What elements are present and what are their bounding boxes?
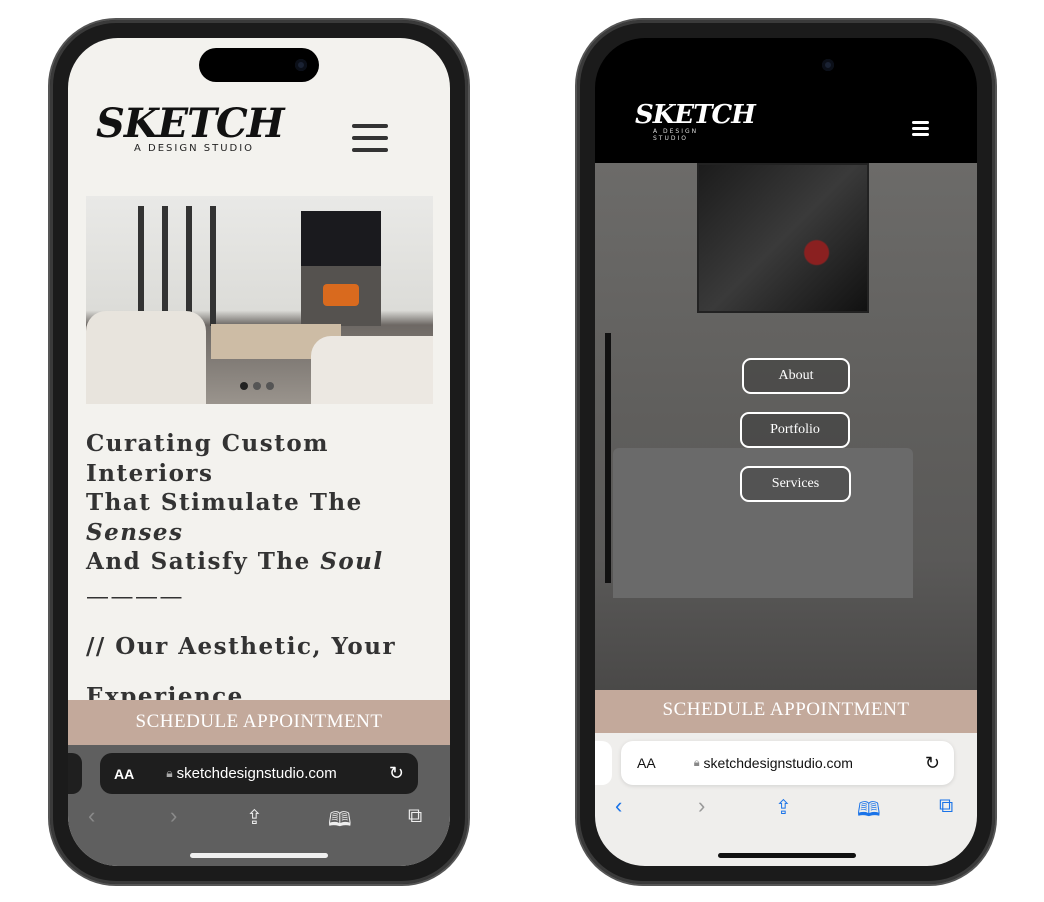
dynamic-island xyxy=(199,48,319,82)
back-icon[interactable]: ‹ xyxy=(88,803,95,829)
home-indicator xyxy=(718,853,856,858)
hero-headline: Curating Custom Interiors That Stimulate… xyxy=(86,429,436,711)
back-icon[interactable]: ‹ xyxy=(615,793,622,819)
tv xyxy=(301,211,381,266)
subheading: // Our Aesthetic, Your xyxy=(86,633,397,660)
faucet xyxy=(605,333,611,583)
reload-icon[interactable]: ↻ xyxy=(389,763,404,784)
menu-services[interactable]: Services xyxy=(740,466,851,502)
forward-icon[interactable]: › xyxy=(698,793,705,819)
divider: ———— xyxy=(86,583,184,610)
bookmarks-icon[interactable]: 🕮︎ xyxy=(857,795,881,829)
safari-toolbar: AA 🔒︎ sketchdesignstudio.com ↻ ‹ › ⇪ 🕮︎ … xyxy=(68,745,450,866)
reload-icon[interactable]: ↻ xyxy=(925,753,940,774)
lock-icon: 🔒︎ xyxy=(166,766,173,780)
hamburger-menu-icon[interactable] xyxy=(352,124,388,152)
bookmarks-icon[interactable]: 🕮︎ xyxy=(328,805,352,839)
text-size-button[interactable]: AA xyxy=(114,766,134,782)
logo[interactable]: SKETCH A DESIGN STUDIO xyxy=(96,100,285,154)
text-size-button[interactable]: AA xyxy=(637,755,656,771)
lock-icon: 🔒︎ xyxy=(693,756,700,769)
share-icon[interactable]: ⇪ xyxy=(775,795,792,820)
sofa xyxy=(86,311,206,404)
logo[interactable]: SKETCH A DESIGN STUDIO xyxy=(635,100,756,142)
home-indicator xyxy=(190,853,328,858)
carousel-dots[interactable] xyxy=(240,382,274,390)
share-icon[interactable]: ⇪ xyxy=(246,805,263,830)
menu-about[interactable]: About xyxy=(742,358,850,394)
schedule-appointment-button[interactable]: SCHEDULE APPOINTMENT xyxy=(595,690,977,733)
tabs-icon[interactable]: ⧉ xyxy=(939,795,953,818)
hamburger-menu-icon[interactable] xyxy=(912,121,929,136)
phone-left: SKETCH A DESIGN STUDIO Curating Custom I… xyxy=(50,20,468,884)
hero-carousel-image[interactable] xyxy=(86,196,433,404)
url-bar[interactable]: AA 🔒︎ sketchdesignstudio.com ↻ xyxy=(100,753,418,794)
painting xyxy=(697,163,869,313)
tabs-icon[interactable]: ⧉ xyxy=(408,805,422,828)
forward-icon[interactable]: › xyxy=(170,803,177,829)
schedule-appointment-button[interactable]: SCHEDULE APPOINTMENT xyxy=(68,700,450,745)
menu-portfolio[interactable]: Portfolio xyxy=(740,412,850,448)
screen-left: SKETCH A DESIGN STUDIO Curating Custom I… xyxy=(68,38,450,866)
screen-right: SKETCH A DESIGN STUDIO About Portfolio S… xyxy=(595,38,977,866)
safari-toolbar: AA 🔒︎ sketchdesignstudio.com ↻ ‹ › ⇪ 🕮︎ … xyxy=(595,733,977,866)
dynamic-island xyxy=(726,48,846,82)
url-bar[interactable]: AA 🔒︎ sketchdesignstudio.com ↻ xyxy=(621,741,954,785)
phone-right: SKETCH A DESIGN STUDIO About Portfolio S… xyxy=(577,20,995,884)
